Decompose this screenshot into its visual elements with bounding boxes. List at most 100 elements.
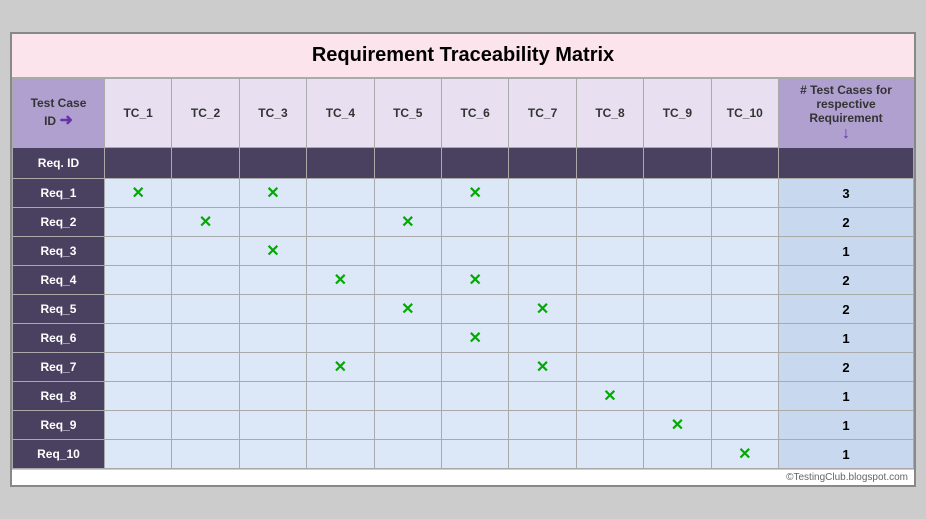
req-id-label: Req. ID [13, 148, 105, 179]
req-id-cell: Req_10 [13, 440, 105, 469]
header-spacer-8 [576, 148, 643, 179]
mark-cell [576, 411, 643, 440]
count-cell: 2 [779, 208, 914, 237]
check-mark-icon: ✕ [334, 359, 347, 376]
req-id-cell: Req_5 [13, 295, 105, 324]
mark-cell [441, 411, 508, 440]
mark-cell [644, 208, 711, 237]
check-mark-icon: ✕ [334, 272, 347, 289]
col-header-tc4: TC_4 [307, 79, 374, 148]
mark-cell: ✕ [576, 382, 643, 411]
count-cell: 1 [779, 440, 914, 469]
mark-cell [374, 382, 441, 411]
count-cell: 1 [779, 382, 914, 411]
col-header-tc9: TC_9 [644, 79, 711, 148]
col-header-tc6: TC_6 [441, 79, 508, 148]
mark-cell [711, 411, 778, 440]
mark-cell [307, 208, 374, 237]
table-row: Req_1✕✕✕3 [13, 179, 914, 208]
req-id-cell: Req_8 [13, 382, 105, 411]
mark-cell [644, 295, 711, 324]
mark-cell [644, 179, 711, 208]
mark-cell [307, 179, 374, 208]
mark-cell: ✕ [644, 411, 711, 440]
mark-cell [172, 324, 239, 353]
check-mark-icon: ✕ [266, 185, 279, 202]
arrow-right-icon: ➜ [59, 110, 72, 130]
count-header-label: # Test Cases for respectiveRequirement [800, 83, 892, 125]
mark-cell [104, 382, 171, 411]
header-spacer-2 [172, 148, 239, 179]
mark-cell [374, 440, 441, 469]
mark-cell [239, 353, 306, 382]
mark-cell [239, 411, 306, 440]
mark-cell [104, 237, 171, 266]
table-row: Req_4✕✕2 [13, 266, 914, 295]
mark-cell: ✕ [509, 295, 576, 324]
mark-cell: ✕ [509, 353, 576, 382]
mark-cell [374, 324, 441, 353]
header-spacer-9 [644, 148, 711, 179]
mark-cell [172, 353, 239, 382]
table-row: Req_3✕1 [13, 237, 914, 266]
mark-cell [104, 324, 171, 353]
mark-cell [239, 208, 306, 237]
mark-cell [576, 266, 643, 295]
mark-cell [644, 266, 711, 295]
col-header-tc7: TC_7 [509, 79, 576, 148]
mark-cell: ✕ [307, 266, 374, 295]
mark-cell [239, 324, 306, 353]
mark-cell [172, 179, 239, 208]
count-cell: 3 [779, 179, 914, 208]
header-spacer-3 [239, 148, 306, 179]
header-spacer-4 [307, 148, 374, 179]
mark-cell [307, 237, 374, 266]
mark-cell [509, 440, 576, 469]
mark-cell [239, 382, 306, 411]
mark-cell [711, 179, 778, 208]
mark-cell [711, 237, 778, 266]
table-row: Req_8 ✕ 1 [13, 382, 914, 411]
header-spacer-7 [509, 148, 576, 179]
mark-cell: ✕ [711, 440, 778, 469]
mark-cell [239, 266, 306, 295]
mark-cell [509, 237, 576, 266]
table-row: Req_9✕1 [13, 411, 914, 440]
mark-cell [374, 411, 441, 440]
mark-cell [576, 237, 643, 266]
mark-cell [711, 266, 778, 295]
mark-cell [576, 353, 643, 382]
mark-cell [711, 208, 778, 237]
mark-cell [104, 266, 171, 295]
mark-cell [104, 353, 171, 382]
matrix-container: Requirement Traceability Matrix Test Cas… [10, 32, 916, 487]
count-cell: 1 [779, 411, 914, 440]
req-id-cell: Req_7 [13, 353, 105, 382]
mark-cell [644, 353, 711, 382]
traceability-table: Test CaseID ➜ TC_1 TC_2 TC_3 TC_4 TC_5 T… [12, 78, 914, 469]
mark-cell: ✕ [441, 179, 508, 208]
table-body: Req_1✕✕✕3Req_2✕✕2Req_3✕1Req_4✕✕2Req_5✕✕2… [13, 179, 914, 469]
mark-cell [509, 382, 576, 411]
count-cell: 2 [779, 266, 914, 295]
mark-cell [374, 266, 441, 295]
check-mark-icon: ✕ [603, 388, 616, 405]
mark-cell: ✕ [441, 324, 508, 353]
mark-cell [441, 295, 508, 324]
req-id-cell: Req_6 [13, 324, 105, 353]
mark-cell [441, 353, 508, 382]
req-id-cell: Req_3 [13, 237, 105, 266]
matrix-title: Requirement Traceability Matrix [12, 34, 914, 78]
mark-cell: ✕ [172, 208, 239, 237]
col-header-tc8: TC_8 [576, 79, 643, 148]
header-spacer-5 [374, 148, 441, 179]
mark-cell: ✕ [374, 295, 441, 324]
mark-cell [711, 295, 778, 324]
tc-id-header: Test CaseID ➜ [13, 79, 105, 148]
col-header-tc10: TC_10 [711, 79, 778, 148]
col-header-tc1: TC_1 [104, 79, 171, 148]
mark-cell [441, 382, 508, 411]
mark-cell [441, 237, 508, 266]
check-mark-icon: ✕ [536, 359, 549, 376]
mark-cell: ✕ [239, 179, 306, 208]
